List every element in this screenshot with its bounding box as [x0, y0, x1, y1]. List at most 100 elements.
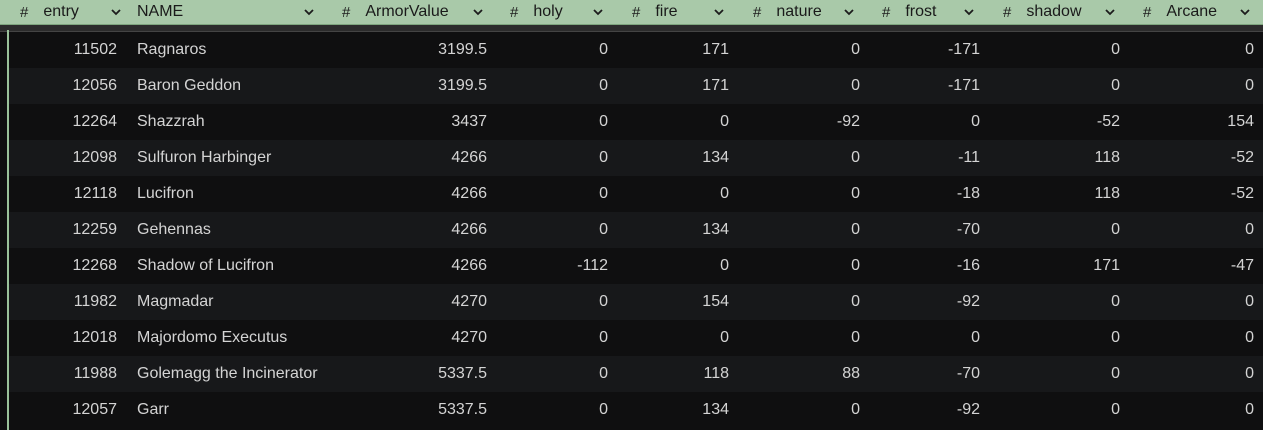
cell-arcane[interactable]: 0 [1245, 32, 1254, 68]
cell-nature[interactable]: 0 [851, 68, 860, 104]
column-header-arcane[interactable]: # Arcane [1143, 0, 1217, 24]
cell-nature[interactable]: 88 [842, 356, 860, 392]
cell-arcane[interactable]: 0 [1245, 284, 1254, 320]
cell-nature[interactable]: 0 [851, 32, 860, 68]
cell-arcane[interactable]: 0 [1245, 212, 1254, 248]
cell-frost[interactable]: 0 [971, 320, 980, 356]
column-header-holy[interactable]: # holy [510, 0, 563, 24]
cell-name[interactable]: Ragnaros [137, 32, 206, 68]
cell-entry[interactable]: 12018 [73, 320, 118, 356]
cell-fire[interactable]: 0 [720, 248, 729, 284]
cell-holy[interactable]: 0 [599, 140, 608, 176]
cell-armorvalue[interactable]: 3437 [451, 104, 487, 140]
cell-frost[interactable]: -171 [948, 32, 980, 68]
chevron-down-icon[interactable] [963, 6, 975, 18]
cell-entry[interactable]: 11982 [74, 284, 117, 320]
cell-shadow[interactable]: -52 [1097, 104, 1120, 140]
column-header-shadow[interactable]: # shadow [1003, 0, 1082, 24]
cell-arcane[interactable]: 154 [1227, 104, 1254, 140]
cell-frost[interactable]: -92 [957, 392, 980, 428]
cell-nature[interactable]: 0 [851, 284, 860, 320]
cell-name[interactable]: Shazzrah [137, 104, 205, 140]
cell-shadow[interactable]: 0 [1111, 284, 1120, 320]
cell-name[interactable]: Garr [137, 392, 169, 428]
cell-frost[interactable]: -16 [957, 248, 980, 284]
cell-arcane[interactable]: -47 [1231, 248, 1254, 284]
chevron-down-icon[interactable] [1104, 6, 1116, 18]
cell-nature[interactable]: 0 [851, 320, 860, 356]
cell-arcane[interactable]: -52 [1231, 140, 1254, 176]
table-row[interactable]: 11502 Ragnaros 3199.5 0 171 0 -171 0 0 [9, 32, 1263, 68]
cell-holy[interactable]: -112 [577, 248, 608, 284]
cell-arcane[interactable]: -52 [1231, 176, 1254, 212]
cell-fire[interactable]: 0 [720, 176, 729, 212]
cell-fire[interactable]: 0 [720, 104, 729, 140]
cell-shadow[interactable]: 171 [1093, 248, 1120, 284]
cell-holy[interactable]: 0 [599, 212, 608, 248]
cell-name[interactable]: Gehennas [137, 212, 211, 248]
cell-nature[interactable]: -92 [837, 104, 860, 140]
column-header-frost[interactable]: # frost [882, 0, 936, 24]
cell-fire[interactable]: 171 [702, 32, 729, 68]
cell-arcane[interactable]: 0 [1245, 392, 1254, 428]
cell-shadow[interactable]: 0 [1111, 392, 1120, 428]
cell-entry[interactable]: 12056 [73, 68, 118, 104]
cell-armorvalue[interactable]: 3199.5 [438, 68, 487, 104]
cell-frost[interactable]: 0 [971, 104, 980, 140]
cell-entry[interactable]: 12264 [73, 104, 118, 140]
column-header-fire[interactable]: # fire [632, 0, 678, 24]
cell-armorvalue[interactable]: 4266 [451, 176, 487, 212]
table-row[interactable]: 12264 Shazzrah 3437 0 0 -92 0 -52 154 [9, 104, 1263, 140]
cell-nature[interactable]: 0 [851, 176, 860, 212]
table-row[interactable]: 12259 Gehennas 4266 0 134 0 -70 0 0 [9, 212, 1263, 248]
chevron-down-icon[interactable] [713, 6, 725, 18]
cell-armorvalue[interactable]: 5337.5 [438, 392, 487, 428]
cell-shadow[interactable]: 0 [1111, 212, 1120, 248]
chevron-down-icon[interactable] [1239, 6, 1251, 18]
column-header-armorvalue[interactable]: # ArmorValue [342, 0, 449, 24]
cell-frost[interactable]: -70 [957, 212, 980, 248]
cell-shadow[interactable]: 0 [1111, 320, 1120, 356]
cell-frost[interactable]: -11 [958, 140, 980, 176]
cell-holy[interactable]: 0 [599, 284, 608, 320]
cell-shadow[interactable]: 118 [1094, 176, 1120, 212]
chevron-down-icon[interactable] [110, 6, 122, 18]
column-header-name[interactable]: NAME [137, 0, 183, 24]
cell-entry[interactable]: 12098 [73, 140, 118, 176]
cell-entry[interactable]: 11988 [74, 356, 117, 392]
cell-armorvalue[interactable]: 4266 [451, 212, 487, 248]
cell-entry[interactable]: 12118 [74, 176, 117, 212]
cell-fire[interactable]: 118 [703, 356, 729, 392]
chevron-down-icon[interactable] [843, 6, 855, 18]
cell-name[interactable]: Sulfuron Harbinger [137, 140, 271, 176]
cell-name[interactable]: Baron Geddon [137, 68, 241, 104]
cell-frost[interactable]: -18 [957, 176, 980, 212]
cell-entry[interactable]: 11502 [74, 32, 117, 68]
cell-arcane[interactable]: 0 [1245, 356, 1254, 392]
chevron-down-icon[interactable] [303, 6, 315, 18]
cell-armorvalue[interactable]: 4270 [451, 320, 487, 356]
table-row[interactable]: 12118 Lucifron 4266 0 0 0 -18 118 -52 [9, 176, 1263, 212]
cell-name[interactable]: Golemagg the Incinerator [137, 356, 318, 392]
column-header-nature[interactable]: # nature [753, 0, 822, 24]
cell-name[interactable]: Shadow of Lucifron [137, 248, 274, 284]
cell-holy[interactable]: 0 [599, 320, 608, 356]
cell-fire[interactable]: 134 [702, 140, 729, 176]
table-row[interactable]: 11982 Magmadar 4270 0 154 0 -92 0 0 [9, 284, 1263, 320]
cell-frost[interactable]: -70 [957, 356, 980, 392]
cell-armorvalue[interactable]: 4266 [451, 140, 487, 176]
cell-holy[interactable]: 0 [599, 392, 608, 428]
cell-holy[interactable]: 0 [599, 176, 608, 212]
cell-entry[interactable]: 12259 [73, 212, 118, 248]
table-row[interactable]: 11988 Golemagg the Incinerator 5337.5 0 118 8… [9, 356, 1263, 392]
cell-fire[interactable]: 171 [702, 68, 729, 104]
table-row[interactable]: 12098 Sulfuron Harbinger 4266 0 134 0 -11 118 -5… [9, 140, 1263, 176]
cell-nature[interactable]: 0 [851, 212, 860, 248]
cell-fire[interactable]: 0 [720, 320, 729, 356]
cell-armorvalue[interactable]: 4266 [451, 248, 487, 284]
cell-name[interactable]: Magmadar [137, 284, 213, 320]
cell-shadow[interactable]: 118 [1094, 140, 1120, 176]
cell-armorvalue[interactable]: 3199.5 [438, 32, 487, 68]
table-row[interactable]: 12268 Shadow of Lucifron 4266 -112 0 0 -16 171 -… [9, 248, 1263, 284]
cell-holy[interactable]: 0 [599, 104, 608, 140]
